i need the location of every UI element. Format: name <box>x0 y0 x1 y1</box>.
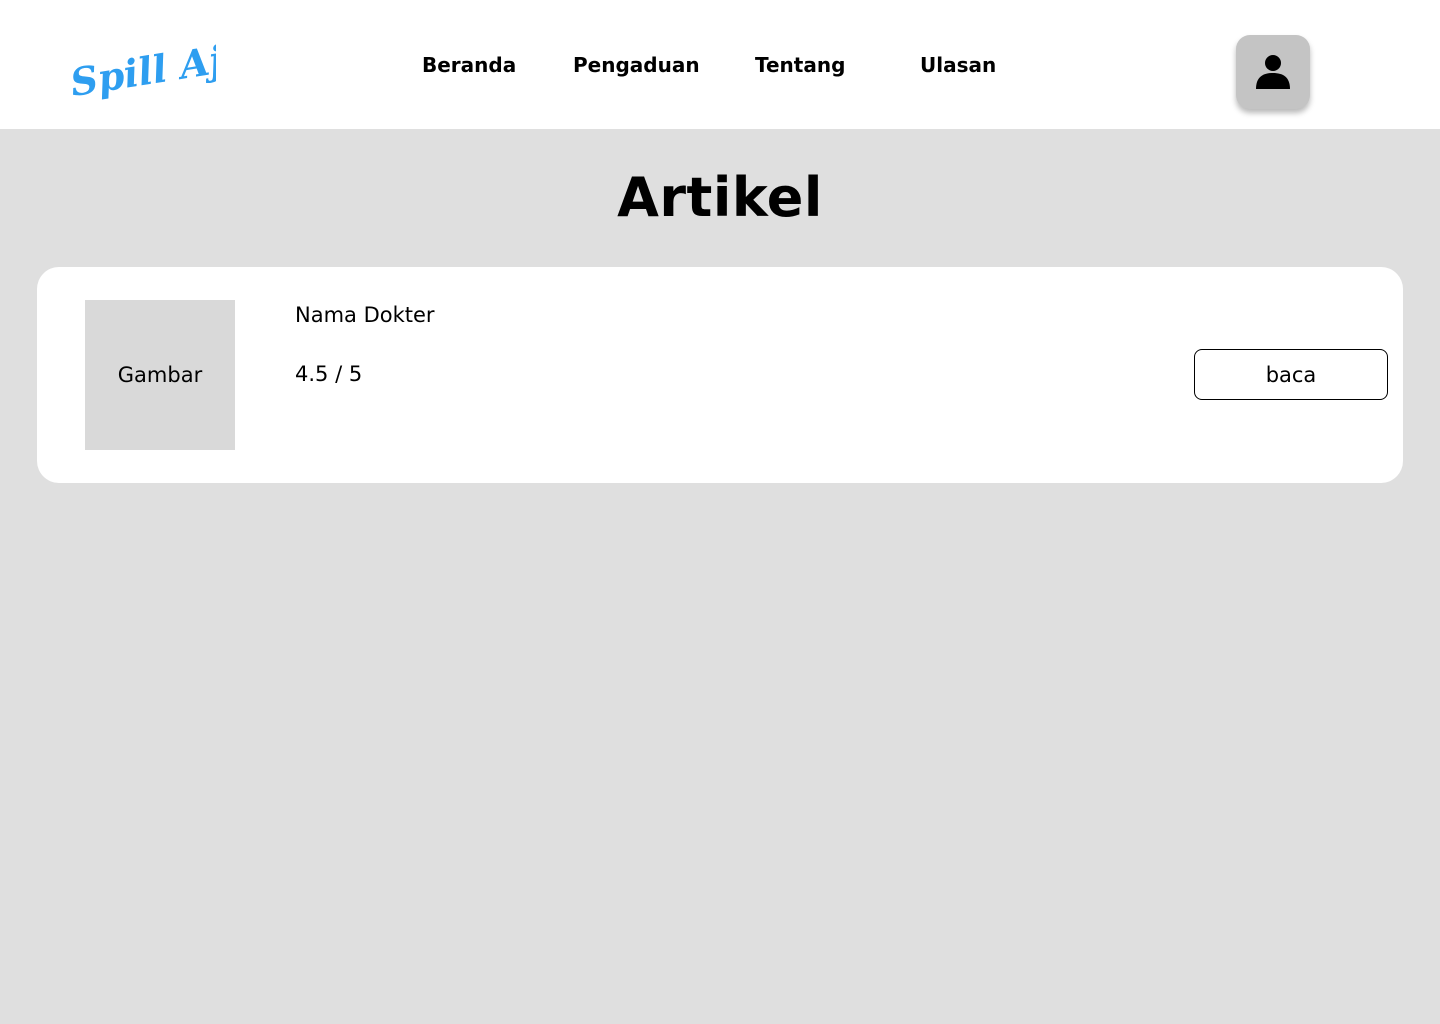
article-image-placeholder: Gambar <box>85 300 235 450</box>
logo-text: Spill Aja <box>67 34 216 104</box>
doctor-name: Nama Dokter <box>295 303 435 327</box>
user-icon <box>1256 55 1290 89</box>
spill-aja-logo[interactable]: Spill Aja <box>66 34 216 104</box>
nav-link-tentang[interactable]: Tentang <box>755 51 845 79</box>
nav-link-pengaduan[interactable]: Pengaduan <box>573 51 700 79</box>
nav-link-beranda[interactable]: Beranda <box>422 51 516 79</box>
image-placeholder-label: Gambar <box>117 363 203 387</box>
nav-link-ulasan[interactable]: Ulasan <box>920 51 996 79</box>
top-navigation-bar: Spill Aja Beranda Pengaduan Tentang Ulas… <box>0 0 1440 129</box>
article-card: Gambar Nama Dokter 4.5 / 5 baca <box>37 267 1403 483</box>
logo-wordmark: Spill Aja <box>67 34 216 104</box>
profile-button[interactable] <box>1236 35 1310 109</box>
read-button[interactable]: baca <box>1194 349 1388 400</box>
page-title: Artikel <box>617 166 823 229</box>
rating-value: 4.5 / 5 <box>295 362 363 386</box>
